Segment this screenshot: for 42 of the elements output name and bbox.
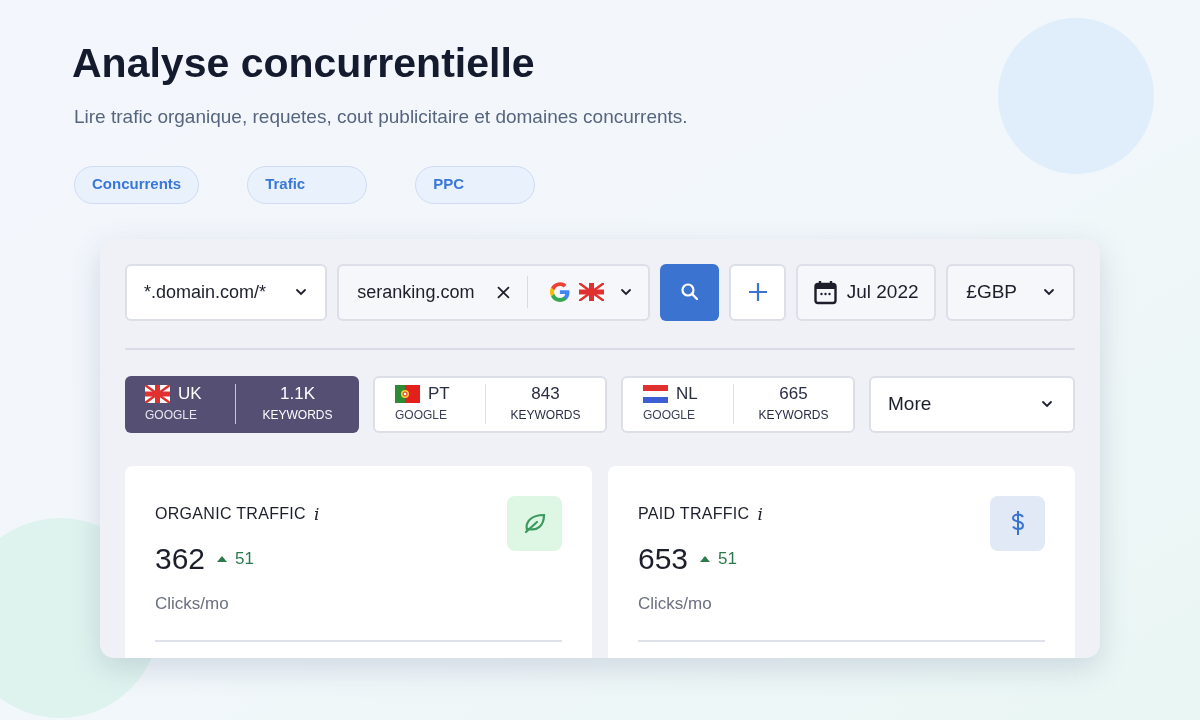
scope-dropdown[interactable]: *.domain.com/* bbox=[125, 263, 328, 321]
date-picker[interactable]: Jul 2022 bbox=[795, 263, 937, 321]
card-title: PAID TRAFFIC bbox=[638, 504, 750, 525]
tag: PPC bbox=[415, 165, 536, 204]
plus-icon bbox=[747, 282, 768, 302]
region-tab[interactable]: PT GOOGLE 843 KEYWORDS bbox=[373, 375, 607, 433]
flag-icon bbox=[395, 385, 420, 403]
card-title: ORGANIC TRAFFIC bbox=[155, 504, 306, 525]
search-button[interactable] bbox=[660, 263, 720, 321]
leaf-icon bbox=[522, 512, 547, 534]
metric-unit: Clicks/mo bbox=[155, 593, 229, 615]
metric-delta: 51 bbox=[235, 548, 254, 571]
chevron-down-icon bbox=[295, 288, 308, 296]
chevron-down-icon bbox=[1041, 400, 1053, 408]
metric-unit: Clicks/mo bbox=[638, 593, 712, 615]
page-title: Analyse concurrentielle bbox=[72, 39, 535, 88]
flag-icon bbox=[145, 385, 170, 403]
more-dropdown[interactable]: More bbox=[869, 375, 1075, 433]
region-tab[interactable]: UK GOOGLE 1.1K KEYWORDS bbox=[125, 375, 359, 433]
trend-up-icon bbox=[700, 556, 711, 562]
trend-up-icon bbox=[217, 556, 228, 562]
add-button[interactable] bbox=[729, 263, 786, 321]
metric-value: 362 bbox=[155, 541, 206, 577]
page-subtitle: Lire trafic organique, requetes, cout publicitaire et domaines concurrents. bbox=[74, 105, 688, 129]
flag-icon bbox=[579, 283, 605, 301]
region-tab[interactable]: NL GOOGLE 665 KEYWORDS bbox=[621, 375, 855, 433]
flag-icon bbox=[643, 385, 668, 403]
search-icon bbox=[679, 282, 700, 302]
metric-value: 653 bbox=[638, 541, 689, 577]
google-logo-icon bbox=[547, 280, 572, 304]
info-icon[interactable]: i bbox=[757, 501, 763, 527]
close-icon[interactable] bbox=[496, 285, 510, 299]
chevron-down-icon bbox=[1043, 288, 1055, 296]
dollar-icon bbox=[1009, 510, 1026, 536]
currency-dropdown[interactable]: £GBP bbox=[946, 263, 1075, 321]
info-icon[interactable]: i bbox=[313, 501, 320, 527]
tag: Trafic bbox=[247, 165, 368, 204]
metric-delta: 51 bbox=[718, 548, 737, 571]
tag: Concurrents bbox=[74, 165, 200, 204]
domain-field[interactable]: seranking.com bbox=[337, 263, 651, 321]
chevron-down-icon bbox=[620, 288, 633, 296]
calendar-icon bbox=[813, 279, 837, 305]
